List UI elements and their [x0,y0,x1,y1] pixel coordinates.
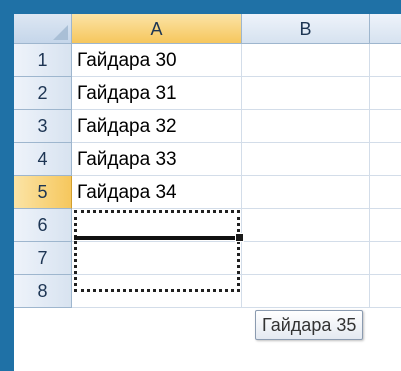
cell-b4[interactable] [242,143,370,176]
cell-c6[interactable] [370,209,401,242]
autofill-preview-tooltip: Гайдара 35 [255,310,364,340]
cell-c7[interactable] [370,242,401,275]
cell-c5[interactable] [370,176,401,209]
cell-b7[interactable] [242,242,370,275]
cell-b8[interactable] [242,275,370,308]
cell-c8[interactable] [370,275,401,308]
select-all-corner[interactable] [14,14,72,44]
cell-a3[interactable]: Гайдара 32 [72,110,242,143]
cell-b2[interactable] [242,77,370,110]
cell-a1[interactable]: Гайдара 30 [72,44,242,77]
row-header-7[interactable]: 7 [14,242,72,275]
spreadsheet-grid[interactable]: A B 1 2 3 4 5 6 7 8 Гайдара 30 Гайдара 3… [14,14,401,371]
fill-handle[interactable] [235,233,244,242]
cell-b1[interactable] [242,44,370,77]
cell-c3[interactable] [370,110,401,143]
column-header-c-partial[interactable] [370,14,401,44]
row-header-5[interactable]: 5 [14,176,72,209]
row-header-4[interactable]: 4 [14,143,72,176]
cell-a5[interactable]: Гайдара 34 [72,176,242,209]
cell-c1[interactable] [370,44,401,77]
cell-b5[interactable] [242,176,370,209]
column-header-a[interactable]: A [72,14,242,44]
row-header-1[interactable]: 1 [14,44,72,77]
cell-b3[interactable] [242,110,370,143]
cell-a4[interactable]: Гайдара 33 [72,143,242,176]
row-header-3[interactable]: 3 [14,110,72,143]
row-header-8[interactable]: 8 [14,275,72,308]
cell-c2[interactable] [370,77,401,110]
row-header-6[interactable]: 6 [14,209,72,242]
column-header-b[interactable]: B [242,14,370,44]
row-header-2[interactable]: 2 [14,77,72,110]
cell-c4[interactable] [370,143,401,176]
cell-a8[interactable] [72,275,242,308]
select-all-triangle-icon [53,25,68,40]
cell-b6[interactable] [242,209,370,242]
cell-a7[interactable] [72,242,242,275]
cell-a2[interactable]: Гайдара 31 [72,77,242,110]
active-cell-bottom-border [74,236,240,240]
